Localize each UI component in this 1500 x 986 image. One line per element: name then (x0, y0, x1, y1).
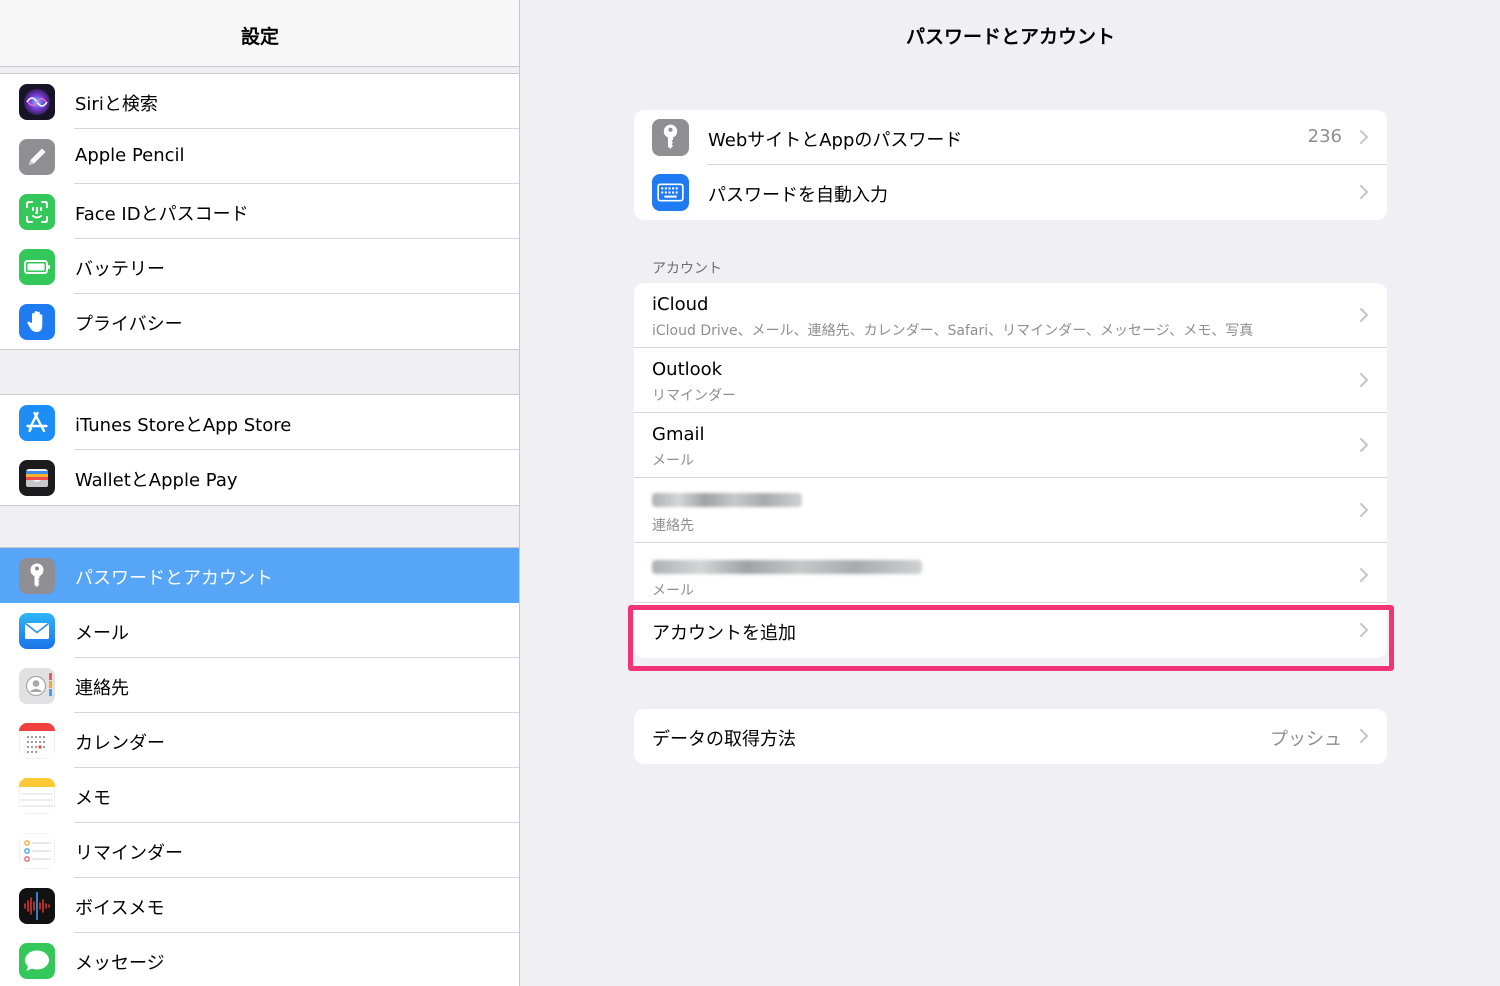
page-title: パスワードとアカウント (905, 26, 1115, 48)
row-label: WebサイトとAppのパスワード (708, 130, 963, 151)
chevron-right-icon (1357, 306, 1371, 324)
add-account-row[interactable]: アカウントを追加 (634, 603, 1387, 658)
hand-icon (19, 304, 55, 340)
sidebar-item-messages[interactable]: メッセージ (0, 933, 519, 986)
account-detail: 連絡先 (652, 518, 694, 534)
settings-sidebar: 設定 Siriと検索 Apple Pencil Face IDとパスコード バッ… (0, 0, 520, 986)
sidebar-item-label: 連絡先 (75, 678, 129, 699)
chevron-right-icon (1357, 183, 1371, 201)
sidebar-item-label: メッセージ (75, 953, 165, 974)
battery-icon (19, 249, 55, 285)
sidebar-item-label: WalletとApple Pay (75, 470, 238, 491)
account-row-redacted-2[interactable]: メール (634, 543, 1387, 603)
keyboard-icon (652, 174, 689, 211)
sidebar-item-label: Siriと検索 (75, 94, 158, 115)
redacted-account-name (652, 493, 802, 507)
sidebar-header: 設定 (0, 0, 519, 67)
sidebar-item-label: カレンダー (75, 733, 165, 754)
app-store-icon (19, 405, 55, 441)
sidebar-item-label: リマインダー (75, 843, 183, 864)
voice-memo-icon (19, 888, 55, 924)
wallet-icon (19, 460, 55, 496)
chevron-right-icon (1357, 501, 1371, 519)
account-name: Gmail (652, 424, 705, 445)
sidebar-item-calendar[interactable]: カレンダー (0, 713, 519, 768)
chevron-right-icon (1357, 727, 1371, 745)
account-row-icloud[interactable]: iCloud iCloud Drive、メール、連絡先、カレンダー、Safari… (634, 283, 1387, 348)
mail-icon (19, 613, 55, 649)
sidebar-item-voice-memos[interactable]: ボイスメモ (0, 878, 519, 933)
sidebar-item-battery[interactable]: バッテリー (0, 239, 519, 294)
chevron-right-icon (1357, 128, 1371, 146)
account-detail: リマインダー (652, 388, 736, 404)
password-count: 236 (1307, 126, 1342, 147)
sidebar-item-passwords-accounts[interactable]: パスワードとアカウント (0, 548, 519, 603)
pencil-icon (19, 139, 55, 175)
sidebar-item-label: ボイスメモ (75, 898, 165, 919)
sidebar-item-label: パスワードとアカウント (75, 568, 273, 589)
calendar-icon (19, 723, 55, 759)
sidebar-item-label: メモ (75, 788, 111, 809)
notes-icon (19, 778, 55, 814)
account-row-outlook[interactable]: Outlook リマインダー (634, 348, 1387, 413)
sidebar-item-label: iTunes StoreとApp Store (75, 415, 292, 436)
sidebar-item-label: プライバシー (75, 314, 183, 335)
fetch-new-data-row[interactable]: データの取得方法 プッシュ (634, 709, 1387, 764)
siri-icon (19, 84, 55, 120)
account-detail: メール (652, 453, 694, 469)
sidebar-item-label: Apple Pencil (75, 145, 185, 166)
chevron-right-icon (1357, 621, 1371, 639)
settings-group-2: iTunes StoreとApp Store WalletとApple Pay (0, 394, 519, 506)
sidebar-title: 設定 (240, 26, 279, 48)
row-label: パスワードを自動入力 (708, 185, 888, 206)
account-detail: メール (652, 583, 694, 599)
settings-group-1: Siriと検索 Apple Pencil Face IDとパスコード バッテリー (0, 73, 519, 350)
sidebar-item-mail[interactable]: メール (0, 603, 519, 658)
reminders-icon (19, 833, 55, 869)
accounts-card: iCloud iCloud Drive、メール、連絡先、カレンダー、Safari… (634, 283, 1387, 658)
sidebar-item-app-store[interactable]: iTunes StoreとApp Store (0, 395, 519, 450)
account-row-gmail[interactable]: Gmail メール (634, 413, 1387, 478)
sidebar-item-label: メール (75, 623, 129, 644)
sidebar-item-apple-pencil[interactable]: Apple Pencil (0, 129, 519, 184)
row-label: データの取得方法 (652, 729, 796, 750)
redacted-account-name (652, 560, 922, 574)
chevron-right-icon (1357, 436, 1371, 454)
passwords-card: WebサイトとAppのパスワード 236 パスワードを自動入力 (634, 110, 1387, 220)
website-app-passwords-row[interactable]: WebサイトとAppのパスワード 236 (634, 110, 1387, 165)
fetch-value: プッシュ (1270, 729, 1342, 750)
sidebar-item-privacy[interactable]: プライバシー (0, 294, 519, 349)
sidebar-item-label: Face IDとパスコード (75, 204, 249, 225)
key-icon (19, 558, 55, 594)
account-name: iCloud (652, 294, 709, 315)
accounts-section-header: アカウント (652, 261, 722, 277)
sidebar-item-wallet[interactable]: WalletとApple Pay (0, 450, 519, 505)
sidebar-item-face-id[interactable]: Face IDとパスコード (0, 184, 519, 239)
contacts-icon (19, 668, 55, 704)
account-name: Outlook (652, 359, 723, 380)
account-detail: iCloud Drive、メール、連絡先、カレンダー、Safari、リマインダー… (652, 323, 1254, 339)
sidebar-item-reminders[interactable]: リマインダー (0, 823, 519, 878)
sidebar-item-contacts[interactable]: 連絡先 (0, 658, 519, 713)
settings-group-3: パスワードとアカウント メール 連絡先 カレンダー メモ リマインダー ボイスメ… (0, 547, 519, 986)
chevron-right-icon (1357, 566, 1371, 584)
fetch-data-card: データの取得方法 プッシュ (634, 709, 1387, 764)
sidebar-item-notes[interactable]: メモ (0, 768, 519, 823)
autofill-passwords-row[interactable]: パスワードを自動入力 (634, 165, 1387, 220)
detail-pane: パスワードとアカウント WebサイトとAppのパスワード 236 パスワードを自… (521, 0, 1500, 986)
key-icon (652, 119, 689, 156)
sidebar-item-siri[interactable]: Siriと検索 (0, 74, 519, 129)
face-id-icon (19, 194, 55, 230)
messages-icon (19, 943, 55, 979)
sidebar-item-label: バッテリー (75, 259, 165, 280)
chevron-right-icon (1357, 371, 1371, 389)
add-account-label: アカウントを追加 (652, 623, 796, 644)
account-row-redacted-1[interactable]: 連絡先 (634, 478, 1387, 543)
